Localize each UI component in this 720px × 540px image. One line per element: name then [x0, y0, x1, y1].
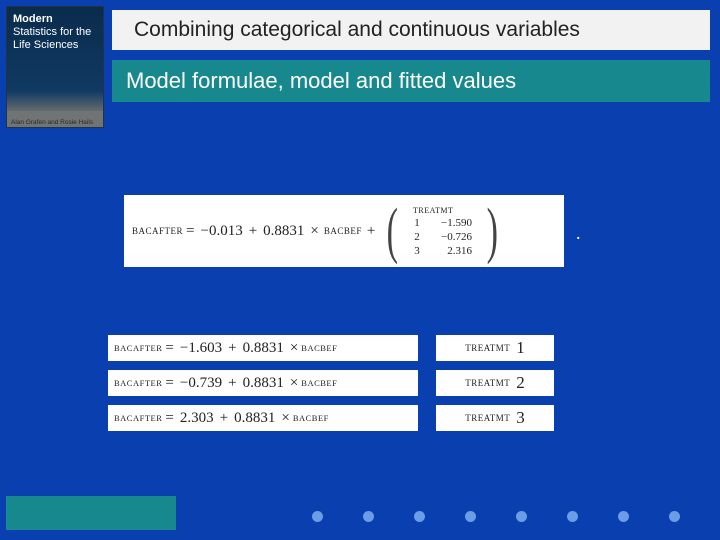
eq-bracket: ( TREATMT 1−1.590 2−0.726 32.316 ): [382, 204, 502, 258]
eq-v1: BACBEF: [324, 226, 362, 236]
fitted-label-1: TREATMT 1: [436, 335, 554, 361]
eq-plus1: +: [249, 223, 257, 240]
slide-title: Combining categorical and continuous var…: [112, 10, 710, 50]
dot-icon: [516, 511, 527, 522]
left-paren-icon: (: [387, 204, 398, 258]
eq-times1: ×: [310, 223, 318, 240]
table-row: 2−0.726: [403, 230, 482, 244]
footer-accent-bar: [6, 496, 176, 530]
eq-equals: =: [186, 223, 194, 240]
right-paren-icon: ): [487, 204, 498, 258]
fitted-eq-3: BACAFTER = 2.303 + 0.8831 × BACBEF: [108, 405, 418, 431]
fitted-eq-2: BACAFTER = −0.739 + 0.8831 × BACBEF: [108, 370, 418, 396]
cover-line-3: Life Sciences: [13, 39, 103, 52]
table-row: 32.316: [403, 244, 482, 258]
dot-icon: [414, 511, 425, 522]
dot-icon: [669, 511, 680, 522]
fitted-label-2: TREATMT 2: [436, 370, 554, 396]
dot-icon: [363, 511, 374, 522]
fitted-equations: BACAFTER = −1.603 + 0.8831 × BACBEF TREA…: [108, 335, 554, 431]
treatment-header: TREATMT: [403, 205, 482, 216]
eq-plus2: +: [367, 223, 375, 240]
cover-authors: Alan Grafen and Rosie Hails: [11, 119, 93, 126]
main-equation-box: BACAFTER = −0.013 + 0.8831 × BACBEF + ( …: [124, 195, 564, 267]
treatment-table: TREATMT 1−1.590 2−0.726 32.316: [403, 205, 482, 258]
dot-icon: [618, 511, 629, 522]
list-item: BACAFTER = −0.739 + 0.8831 × BACBEF TREA…: [108, 370, 554, 396]
footer-dots: [312, 511, 680, 522]
fitted-label-3: TREATMT 3: [436, 405, 554, 431]
list-item: BACAFTER = −1.603 + 0.8831 × BACBEF TREA…: [108, 335, 554, 361]
cover-line-1: Modern: [13, 13, 103, 26]
eq-lhs: BACAFTER: [132, 226, 183, 236]
book-cover-thumbnail: Modern Statistics for the Life Sciences …: [6, 6, 104, 128]
dot-icon: [567, 511, 578, 522]
cover-line-2: Statistics for the: [13, 26, 103, 39]
slide-subtitle: Model formulae, model and fitted values: [112, 60, 710, 102]
equation-end-dot: .: [576, 223, 580, 227]
dot-icon: [312, 511, 323, 522]
slide-subtitle-text: Model formulae, model and fitted values: [126, 68, 516, 94]
fitted-eq-1: BACAFTER = −1.603 + 0.8831 × BACBEF: [108, 335, 418, 361]
slide-title-text: Combining categorical and continuous var…: [134, 18, 580, 42]
table-row: 1−1.590: [403, 216, 482, 230]
dot-icon: [465, 511, 476, 522]
eq-c1: 0.8831: [263, 223, 304, 240]
list-item: BACAFTER = 2.303 + 0.8831 × BACBEF TREAT…: [108, 405, 554, 431]
eq-c0: −0.013: [200, 223, 242, 240]
